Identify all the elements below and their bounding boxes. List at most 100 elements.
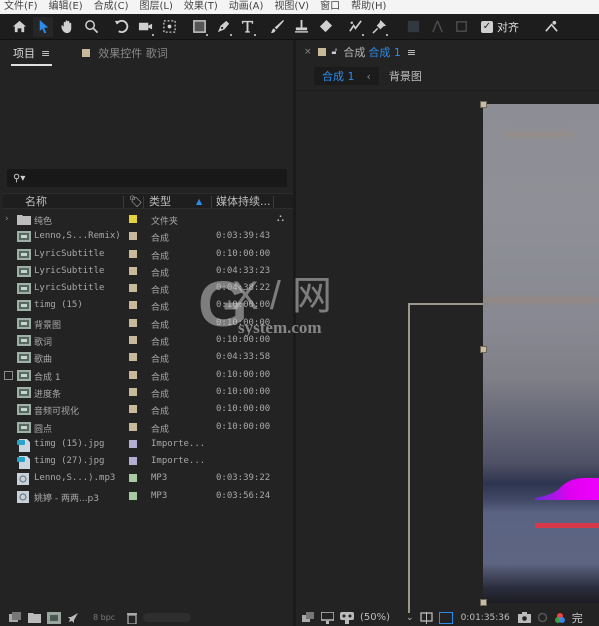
project-item-row[interactable]: › 纯色 文件夹 ⛬ [3,211,293,228]
new-folder-button[interactable] [28,612,41,623]
selection-tool[interactable] [33,16,53,37]
item-label-swatch[interactable] [129,266,137,275]
puppet-pin-tool[interactable] [369,17,389,37]
item-label-swatch[interactable] [129,318,137,327]
menu-window[interactable]: 窗口 [320,0,340,14]
transform-handle[interactable] [480,346,487,353]
project-item-row[interactable]: 圆点 合成 0:10:00:00 [3,419,293,436]
item-label-swatch[interactable] [129,439,137,448]
project-item-row[interactable]: 歌词 合成 0:10:00:00 [3,332,293,349]
pen-tool[interactable] [213,17,233,37]
column-divider[interactable] [211,196,212,208]
close-tab-icon[interactable]: × [304,47,312,57]
transparency-grid-toggle[interactable] [438,611,453,624]
project-item-row[interactable]: timg (27).jpg Importe... [3,453,293,470]
menu-effect[interactable]: 效果(T) [184,0,218,14]
project-item-row[interactable]: 合成 1 合成 0:10:00:00 [3,367,293,384]
composition-viewer[interactable] [296,90,599,613]
thumbnail-size-slider[interactable] [143,613,192,622]
panel-menu-icon[interactable]: ≡ [41,47,50,60]
menu-help[interactable]: 帮助(H) [351,0,386,14]
expand-arrow-icon[interactable]: › [5,214,9,224]
tab-effect-controls[interactable]: 效果控件 歌词 [82,45,168,61]
project-item-row[interactable]: 背景图 合成 0:10:00:00 [3,315,293,332]
item-label-swatch[interactable] [129,232,137,241]
column-divider[interactable] [273,196,274,208]
item-label-swatch[interactable] [129,353,137,362]
row-checkbox[interactable] [4,370,13,380]
always-preview-button[interactable] [302,612,315,623]
menu-edit[interactable]: 编辑(E) [49,0,83,14]
item-label-swatch[interactable] [129,457,137,466]
brush-tool[interactable] [267,17,287,37]
item-label-swatch[interactable] [129,301,137,310]
column-type[interactable]: 类型 [149,193,171,209]
roto-brush-tool[interactable] [345,17,365,37]
zoom-tool[interactable] [81,17,101,37]
bit-depth-button[interactable]: 8 bpc [93,613,115,622]
eraser-tool[interactable] [315,17,335,37]
breadcrumb-item[interactable]: 背景图 [389,68,422,84]
show-snapshot-button[interactable] [537,612,548,623]
item-label-swatch[interactable] [129,336,137,345]
channel-button[interactable] [554,612,566,624]
hand-tool[interactable] [57,17,77,37]
lock-icon[interactable]: 🔓︎ [332,47,338,57]
type-tool[interactable] [237,17,257,37]
breadcrumb-item[interactable]: 合成 1 [322,68,355,84]
item-label-swatch[interactable] [129,474,137,483]
snapping-toggle[interactable]: ✓ 对齐 [481,19,519,35]
column-divider[interactable] [143,196,144,208]
column-name[interactable]: 名称 [25,193,47,209]
menu-view[interactable]: 视图(V) [274,0,309,14]
transform-handle[interactable] [480,599,487,606]
project-item-row[interactable]: timg (15).jpg Importe... [3,436,293,453]
menu-animation[interactable]: 动画(A) [229,0,264,14]
composition-tab-name[interactable]: 合成 1 [368,44,401,60]
tab-project[interactable]: 项目 ≡ [10,45,53,66]
project-item-row[interactable]: LyricSubtitle 合成 0:04:33:23 [3,263,293,280]
project-item-row[interactable]: timg (15) 合成 0:10:00:00 [3,297,293,314]
snapping-checkbox[interactable]: ✓ [481,20,493,33]
flowchart-button[interactable] [67,612,79,624]
sort-ascending-icon[interactable]: ▲ [196,197,202,206]
project-search-input[interactable]: ⚲▾ [7,169,287,187]
mask-visibility-button[interactable] [340,611,354,624]
rotation-tool[interactable] [111,17,131,37]
project-item-row[interactable]: LyricSubtitle 合成 0:10:00:00 [3,246,293,263]
camera-tool[interactable] [135,17,155,37]
item-label-swatch[interactable] [129,215,137,223]
new-composition-button[interactable] [47,611,61,624]
menu-composition[interactable]: 合成(C) [94,0,129,14]
item-label-swatch[interactable] [129,249,137,258]
pan-behind-tool[interactable] [159,17,179,37]
item-label-swatch[interactable] [129,405,137,414]
interpret-footage-button[interactable] [9,612,22,623]
item-label-swatch[interactable] [129,491,137,500]
home-button[interactable] [9,17,29,37]
item-label-swatch[interactable] [129,387,137,396]
menu-layer[interactable]: 图层(L) [139,0,172,14]
flowchart-icon[interactable]: ⛬ [277,213,284,224]
chevron-down-icon[interactable]: ⌄ [406,613,414,623]
snapshot-button[interactable] [517,612,531,623]
project-item-row[interactable]: 音频可视化 合成 0:10:00:00 [3,401,293,418]
snap-options-button[interactable] [541,17,561,37]
clone-stamp-tool[interactable] [291,17,311,37]
project-item-row[interactable]: 进度条 合成 0:10:00:00 [3,384,293,401]
delete-button[interactable] [127,612,138,624]
project-item-row[interactable]: 歌曲 合成 0:04:33:58 [3,349,293,366]
item-label-swatch[interactable] [129,422,137,431]
column-media-duration[interactable]: 媒体持续... [216,193,271,209]
panel-menu-icon[interactable]: ≡ [407,46,416,59]
rectangle-tool[interactable] [189,17,209,37]
composition-frame-preview[interactable] [483,104,599,603]
magnification-dropdown[interactable]: (50%) [360,612,390,623]
column-label-tag-icon[interactable]: 🏷 [129,195,143,208]
resolution-dropdown[interactable]: 完 [572,610,583,626]
menu-file[interactable]: 文件(F) [4,0,38,14]
item-label-swatch[interactable] [129,370,137,379]
transform-handle[interactable] [480,101,487,108]
project-item-row[interactable]: LyricSubtitle 合成 0:04:38:22 [3,280,293,297]
project-item-row[interactable]: Lenno,S...).mp3 MP3 0:03:39:22 [3,470,293,487]
